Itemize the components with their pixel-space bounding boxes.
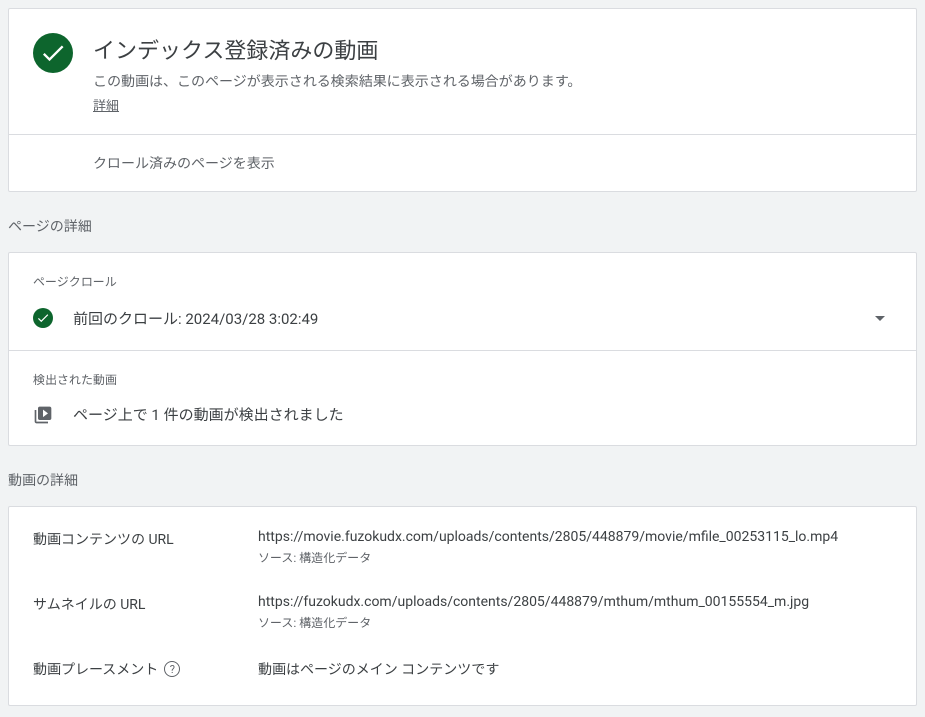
video-play-box-icon: [33, 405, 53, 425]
section-title-video-details: 動画の詳細: [0, 454, 925, 498]
status-check-icon: [33, 33, 73, 73]
last-crawl-row[interactable]: 前回のクロール: 2024/03/28 3:02:49: [9, 302, 916, 350]
detail-row: 動画プレースメント?動画はページのメイン コンテンツです: [9, 645, 916, 697]
detail-label: サムネイルの URL: [33, 594, 258, 614]
detail-value: https://movie.fuzokudx.com/uploads/conte…: [258, 529, 892, 545]
detail-label: 動画コンテンツの URL: [33, 529, 258, 549]
detail-label: 動画プレースメント?: [33, 659, 258, 679]
detail-value: 動画はページのメイン コンテンツです: [258, 659, 892, 679]
last-crawl-text: 前回のクロール: 2024/03/28 3:02:49: [73, 308, 848, 329]
detected-video-sub-label: 検出された動画: [9, 351, 916, 400]
crawl-sub-label: ページクロール: [9, 253, 916, 302]
detail-row: サムネイルの URLhttps://fuzokudx.com/uploads/c…: [9, 580, 916, 645]
detail-value: https://fuzokudx.com/uploads/contents/28…: [258, 594, 892, 610]
page-title: インデックス登録済みの動画: [93, 33, 892, 65]
details-link[interactable]: 詳細: [93, 99, 119, 114]
detected-video-row: ページ上で 1 件の動画が検出されました: [9, 400, 916, 445]
detail-source: ソース: 構造化データ: [258, 549, 892, 566]
detail-source: ソース: 構造化データ: [258, 614, 892, 631]
chevron-down-icon[interactable]: [868, 306, 892, 330]
help-icon[interactable]: ?: [164, 661, 180, 677]
detected-video-text: ページ上で 1 件の動画が検出されました: [73, 404, 892, 425]
detail-row: 動画コンテンツの URLhttps://movie.fuzokudx.com/u…: [9, 515, 916, 580]
crawl-status-icon: [33, 308, 53, 328]
show-crawled-page-link[interactable]: クロール済みのページを表示: [9, 135, 916, 191]
section-title-page-details: ページの詳細: [0, 200, 925, 244]
page-description: この動画は、このページが表示される検索結果に表示される場合があります。: [93, 71, 892, 91]
